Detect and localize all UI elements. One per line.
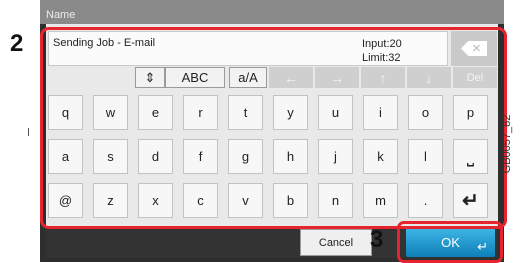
step-3-highlight <box>397 221 503 263</box>
step-3-number: 3 <box>370 226 384 253</box>
figure-code: GB0057_82 <box>501 114 513 174</box>
cancel-button[interactable]: Cancel <box>300 229 372 256</box>
name-header: Name <box>40 0 504 24</box>
step-2-highlight <box>40 27 507 229</box>
step-2-number: 2 <box>10 30 24 57</box>
leader-line <box>28 128 29 136</box>
name-label: Name <box>46 9 76 21</box>
